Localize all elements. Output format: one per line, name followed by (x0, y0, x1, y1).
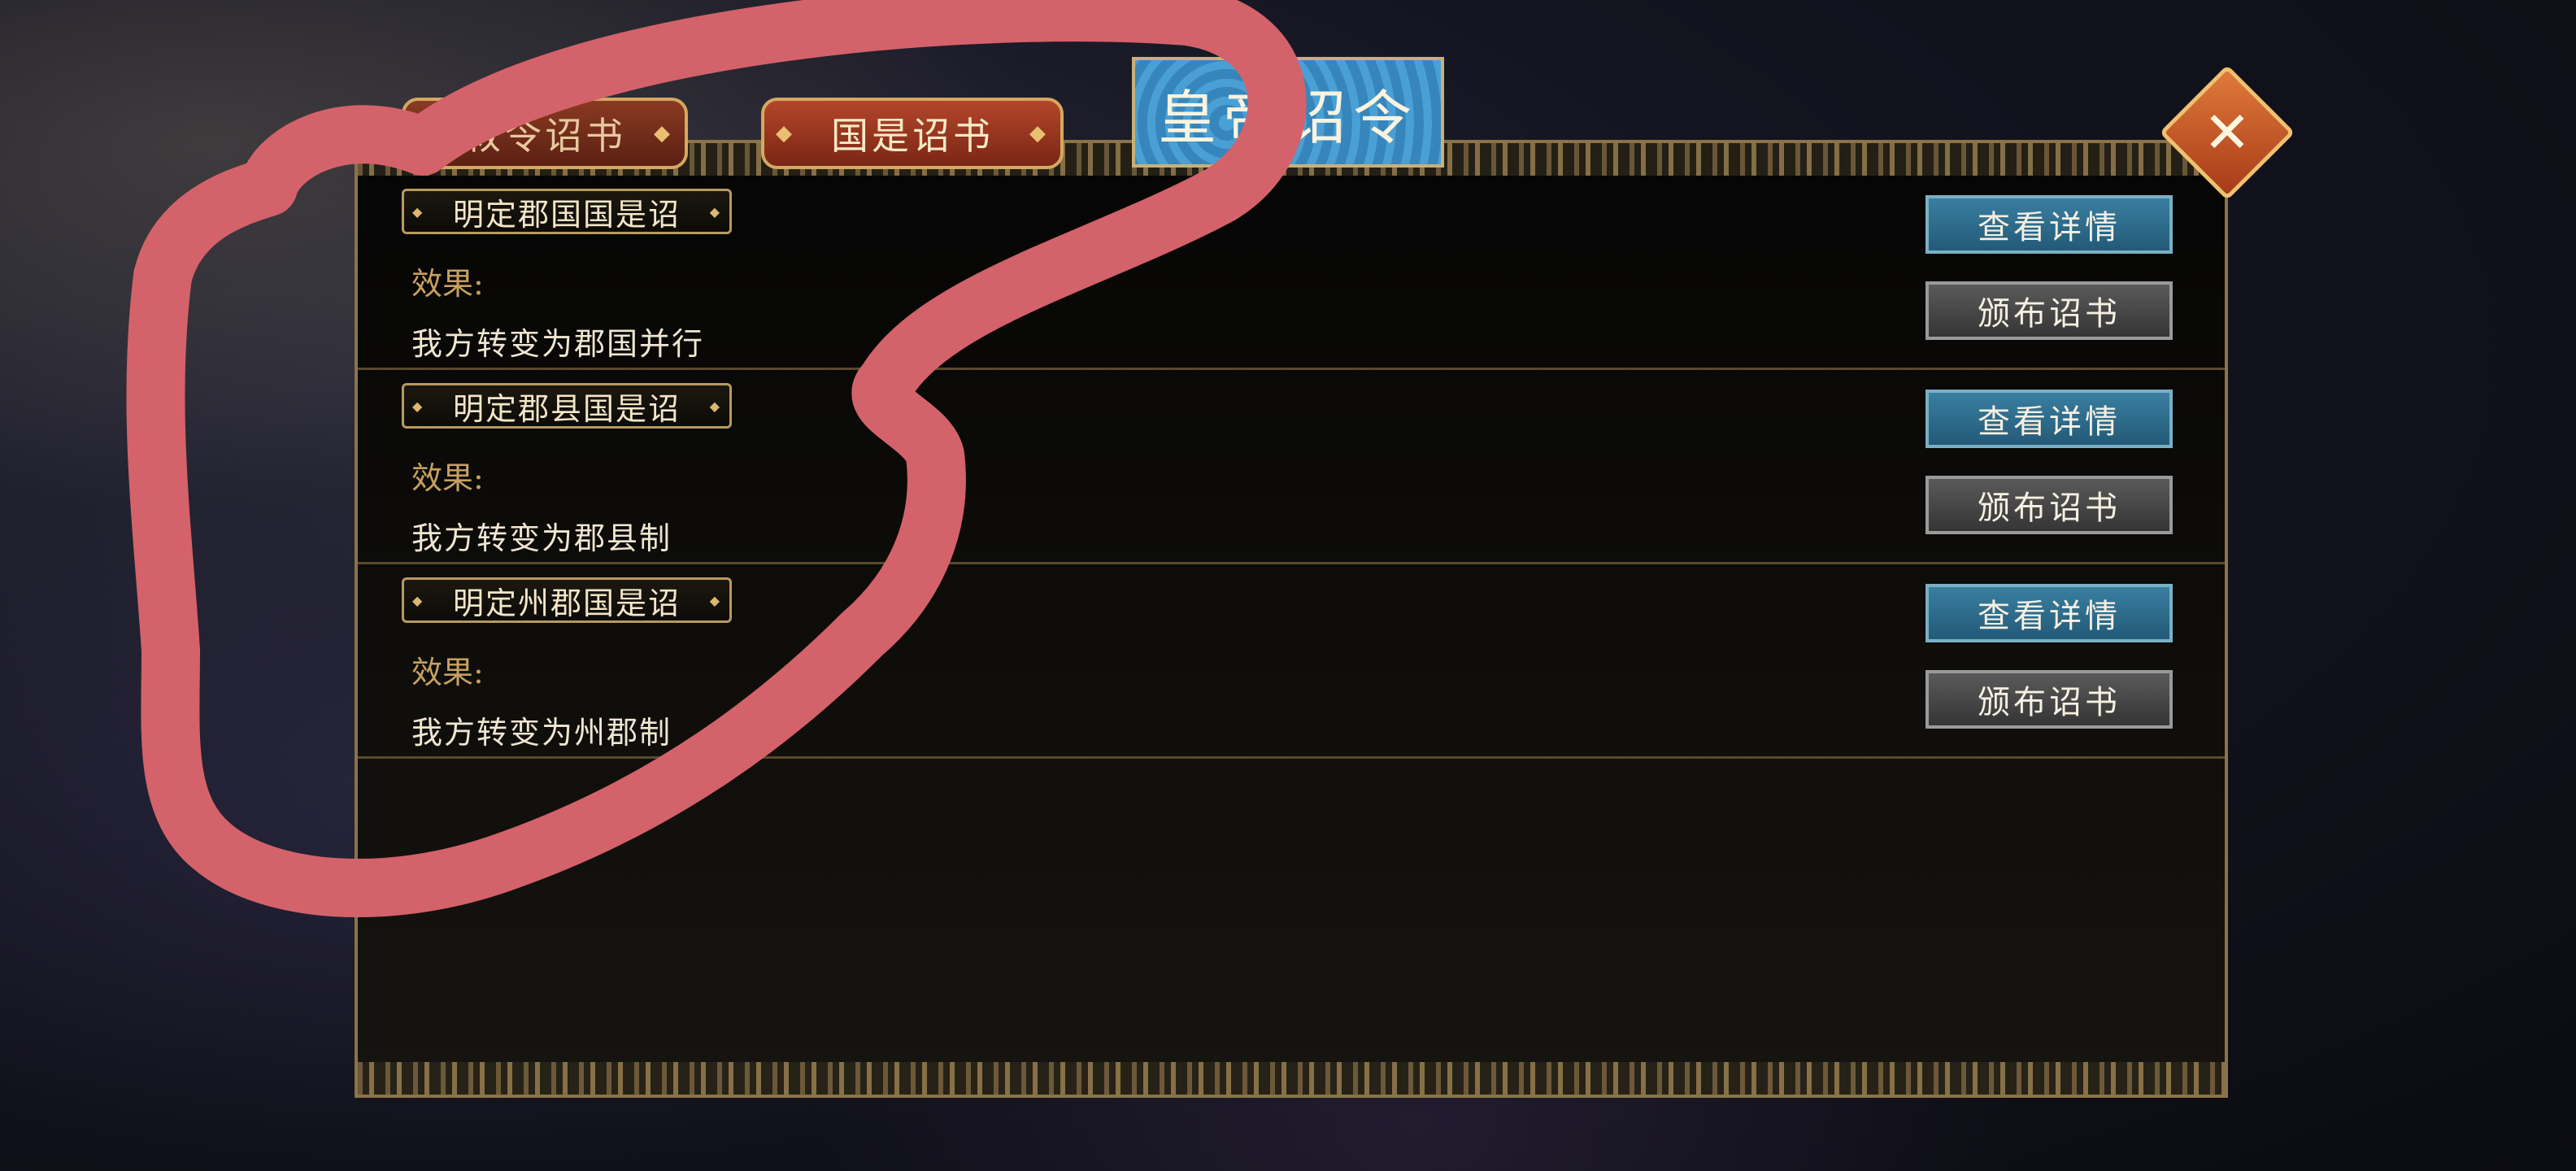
effect-text: 我方转变为郡县制 (411, 520, 672, 556)
issue-edict-button[interactable]: 颁布诏书 (1925, 670, 2173, 729)
issue-edict-button[interactable]: 颁布诏书 (1925, 476, 2173, 534)
view-details-button[interactable]: 查看详情 (1925, 390, 2173, 448)
effect-label: 效果: (411, 266, 484, 302)
edict-title: 明定郡县国是诏 (402, 383, 732, 429)
tab-imperial-decree[interactable]: ◆ 敕令诏书 ◆ (402, 98, 688, 169)
tab-label: 敕令诏书 (463, 114, 626, 158)
diamond-icon: ◆ (416, 121, 436, 146)
edict-title: 明定州郡国是诏 (402, 577, 732, 623)
effect-text: 我方转变为州郡制 (411, 715, 672, 751)
tab-state-policy-decree[interactable]: ◆ 国是诏书 ◆ (761, 98, 1064, 169)
edict-list: 明定郡国国是诏 效果: 我方转变为郡国并行 查看详情 颁布诏书 明定郡县国是诏 … (358, 176, 2225, 759)
effect-text: 我方转变为郡国并行 (411, 326, 705, 362)
diamond-icon: ◆ (654, 121, 673, 146)
issue-edict-button[interactable]: 颁布诏书 (1925, 281, 2173, 340)
edict-row: 明定郡国国是诏 效果: 我方转变为郡国并行 查看详情 颁布诏书 (358, 176, 2225, 370)
diamond-icon: ◆ (1029, 121, 1049, 146)
edict-title: 明定郡国国是诏 (402, 189, 732, 234)
effect-label: 效果: (411, 460, 484, 496)
view-details-button[interactable]: 查看详情 (1925, 195, 2173, 254)
view-details-button[interactable]: 查看详情 (1925, 584, 2173, 642)
close-icon[interactable]: ✕ (2179, 85, 2275, 181)
diamond-icon: ◆ (776, 121, 795, 146)
edict-row: 明定郡县国是诏 效果: 我方转变为郡县制 查看详情 颁布诏书 (358, 370, 2225, 564)
edict-row: 明定州郡国是诏 效果: 我方转变为州郡制 查看详情 颁布诏书 (358, 564, 2225, 759)
tab-label: 国是诏书 (831, 114, 994, 158)
tab-label: 皇帝诏令 (1157, 83, 1418, 152)
edict-panel: 明定郡国国是诏 效果: 我方转变为郡国并行 查看详情 颁布诏书 明定郡县国是诏 … (355, 140, 2228, 1098)
effect-label: 效果: (411, 655, 484, 690)
bottom-fret-border (358, 1062, 2225, 1095)
tab-emperor-edict[interactable]: 皇帝诏令 (1132, 57, 1444, 168)
